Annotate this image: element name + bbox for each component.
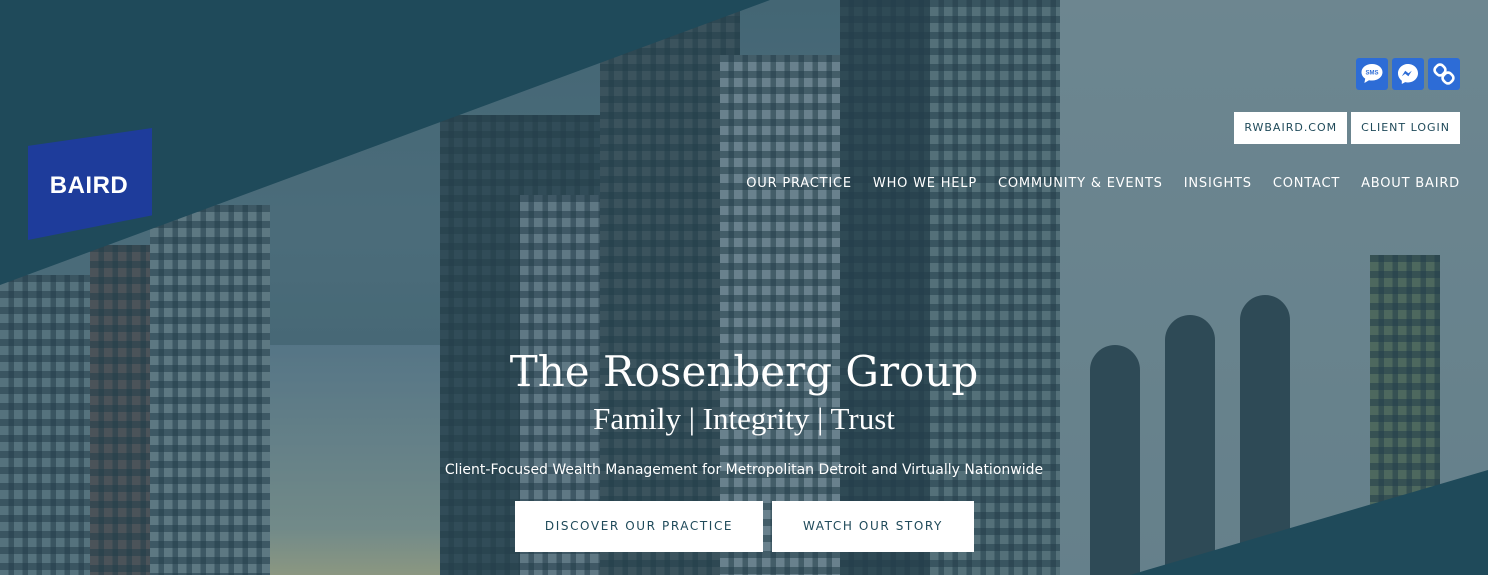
client-login-link[interactable]: CLIENT LOGIN (1351, 112, 1460, 144)
link-icon[interactable] (1428, 58, 1460, 90)
hero-subtitle: Client-Focused Wealth Management for Met… (444, 462, 1044, 478)
utility-links: RWBAIRD.COM CLIENT LOGIN (1234, 112, 1460, 144)
logo-text: BAIRD (49, 172, 129, 199)
hero-section: BAIRD SMS RWBAIRD.COM CLIENT LOGIN OUR P… (0, 0, 1488, 575)
hero-ctas: DISCOVER OUR PRACTICE WATCH OUR STORY (515, 501, 974, 552)
hero-tagline: Family | Integrity | Trust (593, 401, 895, 436)
rwbaird-link[interactable]: RWBAIRD.COM (1234, 112, 1348, 144)
nav-our-practice[interactable]: OUR PRACTICE (746, 176, 852, 192)
messenger-icon[interactable] (1392, 58, 1424, 90)
nav-about-baird[interactable]: ABOUT BAIRD (1361, 176, 1460, 192)
nav-contact[interactable]: CONTACT (1273, 176, 1340, 192)
overlay-tint (0, 0, 1488, 575)
sms-icon[interactable]: SMS (1356, 58, 1388, 90)
nav-insights[interactable]: INSIGHTS (1184, 176, 1252, 192)
social-icons: SMS (1356, 58, 1460, 90)
nav-community-events[interactable]: COMMUNITY & EVENTS (998, 176, 1163, 192)
hero-title: The Rosenberg Group (509, 347, 979, 396)
discover-practice-button[interactable]: DISCOVER OUR PRACTICE (515, 501, 763, 552)
nav-who-we-help[interactable]: WHO WE HELP (873, 176, 977, 192)
main-nav: OUR PRACTICE WHO WE HELP COMMUNITY & EVE… (746, 176, 1460, 192)
hero-headline: The Rosenberg Group Family | Integrity |… (0, 344, 1488, 480)
watch-story-button[interactable]: WATCH OUR STORY (772, 501, 974, 552)
sms-label: SMS (1365, 71, 1378, 77)
